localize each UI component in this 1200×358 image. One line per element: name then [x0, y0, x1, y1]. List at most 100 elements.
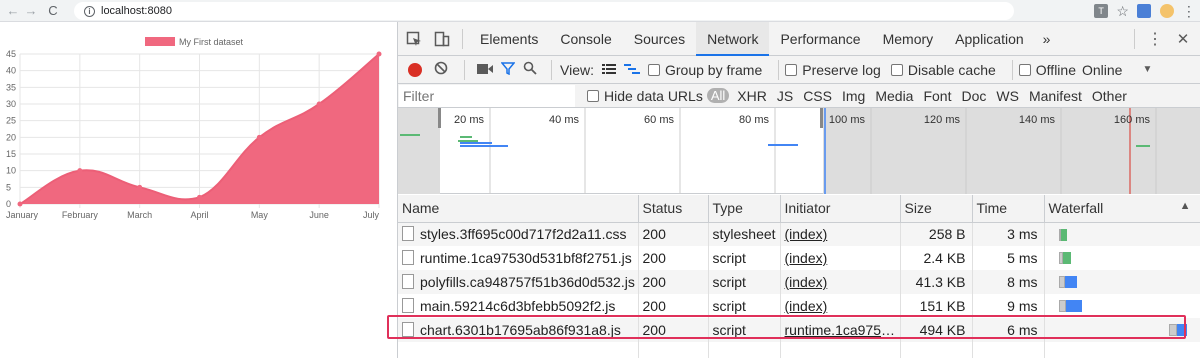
- filter-type-media[interactable]: Media: [870, 88, 918, 104]
- filter-type-css[interactable]: CSS: [798, 88, 837, 104]
- table-row[interactable]: runtime.1ca97530d531bf8f2751.js 200 script…: [398, 246, 1200, 270]
- file-icon: [402, 298, 414, 313]
- sort-arrow-icon: ▲: [1179, 200, 1191, 213]
- area-chart: 0 5 10 15 20 25 30 35 40 45 January February March Ap…: [6, 37, 382, 220]
- browser-toolbar: ← → C i localhost:8080 T ☆ ⋮: [0, 0, 1200, 22]
- back-button[interactable]: ←: [4, 0, 22, 22]
- resource-type-filters: All XHR JS CSS Img Media Font Doc WS Manifest Othe…: [706, 88, 1132, 104]
- y-tick-label: 30: [6, 99, 16, 109]
- column-header-status[interactable]: Status: [638, 195, 709, 223]
- hide-data-urls-checkbox[interactable]: Hide data URLs: [587, 88, 703, 104]
- column-header-initiator[interactable]: Initiator: [780, 195, 901, 223]
- tab-performance[interactable]: Performance: [769, 22, 871, 56]
- browser-menu-icon[interactable]: ⋮: [1182, 3, 1196, 20]
- filter-type-other[interactable]: Other: [1087, 88, 1132, 104]
- chart-area: 0 5 10 15 20 25 30 35 40 45 January February March Ap…: [0, 22, 397, 358]
- reload-button[interactable]: C: [44, 0, 62, 22]
- disable-cache-checkbox[interactable]: Disable cache: [890, 62, 996, 78]
- size-text: 41.3 KB: [915, 274, 966, 290]
- name-text: styles.3ff695c00d717f2d2a11.css: [420, 226, 627, 243]
- throttling-select[interactable]: Online: [1082, 62, 1122, 78]
- cell-size: 151 KB: [900, 294, 973, 318]
- tab-sources[interactable]: Sources: [623, 22, 696, 56]
- status-text: 200: [642, 226, 666, 243]
- search-icon[interactable]: [523, 61, 537, 78]
- clear-icon[interactable]: [434, 61, 448, 78]
- offline-checkbox[interactable]: Offline: [1018, 62, 1076, 78]
- devtools-menu-icon[interactable]: ⋮: [1141, 22, 1169, 56]
- waterfall-timing-bar: [1060, 228, 1067, 241]
- filter-type-all[interactable]: All: [706, 88, 730, 103]
- data-point: [77, 168, 83, 174]
- initiator-text[interactable]: (index): [785, 226, 828, 242]
- filter-type-js[interactable]: JS: [772, 88, 798, 104]
- table-row[interactable]: chart.6301b17695ab86f931a8.js 200 script ru…: [398, 318, 1200, 342]
- filter-type-img[interactable]: Img: [837, 88, 870, 104]
- cell-initiator[interactable]: (index): [780, 294, 901, 318]
- more-tabs-button[interactable]: »: [1035, 22, 1059, 56]
- profile-avatar-icon[interactable]: [1159, 4, 1174, 18]
- network-requests-table: Name Status Type Initiator Size Time Waterfall…: [398, 195, 1200, 358]
- info-icon[interactable]: i: [84, 5, 95, 17]
- record-icon[interactable]: [408, 62, 422, 77]
- chevron-down-icon[interactable]: ▼: [1142, 64, 1152, 75]
- filter-type-font[interactable]: Font: [918, 88, 956, 104]
- initiator-text[interactable]: (index): [785, 250, 828, 266]
- table-row[interactable]: styles.3ff695c00d717f2d2a11.css 200 styles…: [398, 222, 1200, 246]
- file-icon: [402, 226, 414, 242]
- devtools-panel: Elements Console Sources Network Performance…: [397, 21, 1200, 358]
- large-rows-icon[interactable]: [601, 62, 616, 78]
- cell-initiator[interactable]: runtime.1ca9753…: [780, 318, 901, 342]
- column-header-waterfall[interactable]: Waterfall ▲: [1044, 195, 1200, 223]
- y-tick-label: 45: [6, 49, 16, 59]
- filter-funnel-icon[interactable]: [500, 61, 516, 78]
- waterfall-overview-icon[interactable]: [623, 62, 640, 78]
- device-toolbar-icon[interactable]: [428, 22, 456, 56]
- data-point: [17, 201, 23, 207]
- translate-icon[interactable]: T: [1094, 4, 1109, 18]
- cell-initiator[interactable]: (index): [780, 270, 901, 294]
- group-by-frame-checkbox[interactable]: Group by frame: [647, 62, 762, 78]
- column-header-type[interactable]: Type: [708, 195, 781, 223]
- initiator-text[interactable]: (index): [785, 274, 828, 290]
- network-overview-timeline: 20 ms 40 ms 60 ms 80 ms 100 ms 120 ms 140 ms 16…: [398, 108, 1200, 194]
- divider: [1011, 59, 1013, 80]
- cell-status: 200: [638, 222, 709, 246]
- initiator-text[interactable]: runtime.1ca9753…: [785, 322, 900, 338]
- cell-size: 2.4 KB: [900, 246, 973, 270]
- time-text: 6 ms: [1007, 322, 1038, 338]
- column-header-name[interactable]: Name: [398, 195, 639, 223]
- extension-icon[interactable]: [1137, 4, 1152, 18]
- tab-elements[interactable]: Elements: [469, 22, 549, 56]
- filter-type-ws[interactable]: WS: [991, 88, 1024, 104]
- filter-type-manifest[interactable]: Manifest: [1024, 88, 1087, 104]
- tab-console[interactable]: Console: [549, 22, 622, 56]
- filter-input[interactable]: [399, 84, 575, 107]
- tab-network[interactable]: Network: [696, 21, 770, 56]
- type-text: stylesheet: [712, 226, 776, 243]
- waterfall-timing-bar: [1064, 276, 1077, 288]
- data-point: [137, 184, 143, 190]
- close-devtools-icon[interactable]: ✕: [1169, 22, 1197, 56]
- bookmark-star-icon[interactable]: ☆: [1116, 3, 1129, 20]
- table-row[interactable]: polyfills.ca948757f51b36d0d532.js 200 scri…: [398, 270, 1200, 294]
- filter-type-doc[interactable]: Doc: [956, 88, 991, 104]
- cell-initiator[interactable]: (index): [780, 222, 901, 246]
- tab-application[interactable]: Application: [944, 22, 1035, 56]
- tab-memory[interactable]: Memory: [872, 22, 945, 56]
- y-tick-label: 25: [6, 116, 16, 126]
- cell-initiator[interactable]: (index): [780, 246, 901, 270]
- address-bar[interactable]: i localhost:8080: [74, 2, 1014, 20]
- cell-status: 200: [638, 270, 709, 294]
- screenshot-camera-icon[interactable]: [477, 62, 493, 78]
- preserve-log-checkbox[interactable]: Preserve log: [785, 62, 881, 78]
- overview-request-bar: [460, 142, 492, 144]
- filter-type-xhr[interactable]: XHR: [732, 88, 772, 104]
- cell-type: script: [708, 318, 781, 342]
- initiator-text[interactable]: (index): [785, 298, 828, 314]
- inspect-element-icon[interactable]: [400, 22, 428, 56]
- forward-button[interactable]: →: [22, 0, 40, 22]
- column-header-size[interactable]: Size: [900, 195, 973, 223]
- table-row[interactable]: main.59214c6d3bfebb5092f2.js 200 script (in…: [398, 294, 1200, 318]
- column-header-time[interactable]: Time: [972, 195, 1045, 223]
